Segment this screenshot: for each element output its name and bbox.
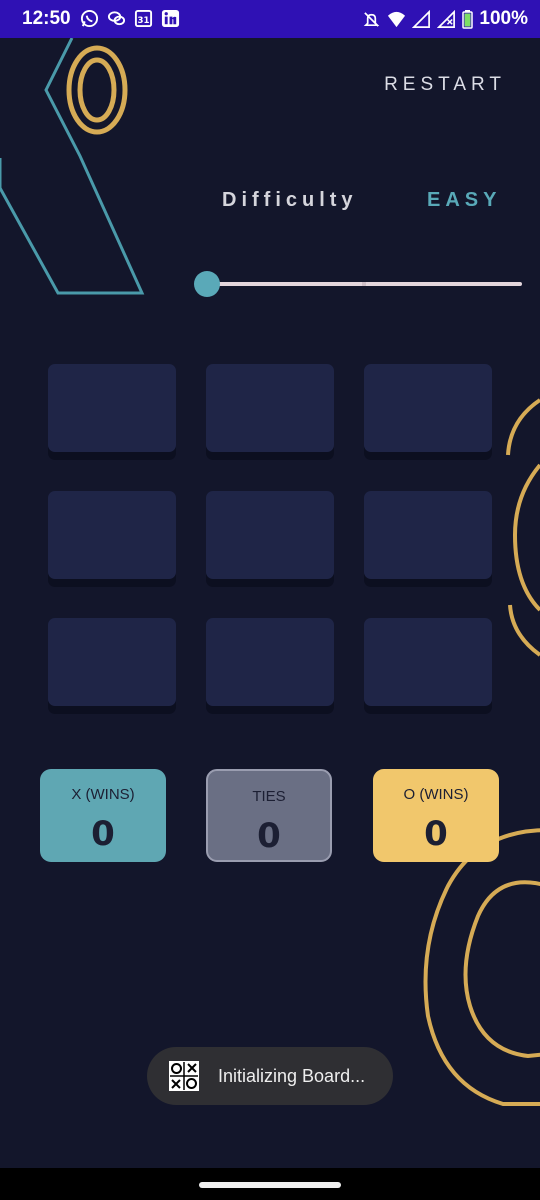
score-card-o: O (WINS) 0 — [373, 769, 499, 862]
toast-text: Initializing Board... — [218, 1066, 366, 1086]
board-cell[interactable] — [206, 491, 334, 579]
board-cell[interactable] — [364, 491, 492, 579]
decor-o-small-icon — [66, 45, 128, 135]
chat-icon — [107, 11, 126, 26]
score-ties-label: TIES — [252, 788, 286, 805]
score-card-ties: TIES 0 — [206, 769, 332, 862]
score-card-x: X (WINS) 0 — [40, 769, 166, 862]
board-cell[interactable] — [48, 618, 176, 706]
board-cell[interactable] — [48, 491, 176, 579]
board-cell[interactable] — [48, 364, 176, 452]
game-board — [48, 364, 492, 714]
slider-thumb[interactable] — [194, 271, 220, 297]
slider-tick — [362, 282, 366, 286]
status-bar: 12:50 31 100% — [0, 0, 540, 38]
navigation-bar — [0, 1168, 540, 1200]
signal-icon — [437, 9, 456, 28]
board-cell[interactable] — [364, 364, 492, 452]
difficulty-value: EASY — [427, 189, 502, 211]
svg-text:31: 31 — [138, 16, 150, 26]
difficulty-slider[interactable] — [194, 270, 524, 298]
score-x-value: 0 — [91, 814, 115, 854]
toast: Initializing Board... — [147, 1047, 393, 1105]
score-ties-value: 0 — [257, 816, 281, 856]
whatsapp-icon — [80, 9, 99, 28]
board-cell[interactable] — [364, 618, 492, 706]
calendar-icon: 31 — [134, 9, 153, 28]
home-gesture-bar[interactable] — [199, 1182, 341, 1188]
battery-icon — [462, 9, 474, 29]
linkedin-icon — [161, 9, 180, 28]
signal-icon — [412, 9, 431, 28]
tic-tac-toe-icon — [169, 1061, 199, 1091]
score-o-value: 0 — [424, 814, 448, 854]
decor-x-shape-icon — [0, 38, 145, 295]
mute-icon — [364, 11, 380, 27]
wifi-icon — [388, 11, 406, 27]
board-cell[interactable] — [206, 618, 334, 706]
board-cell[interactable] — [206, 364, 334, 452]
restart-button[interactable]: RESTART — [384, 74, 506, 96]
battery-percent: 100% — [479, 8, 528, 29]
score-x-label: X (WINS) — [71, 786, 135, 803]
decor-o-large-icon — [423, 828, 540, 1106]
difficulty-label: Difficulty — [222, 189, 358, 211]
status-time: 12:50 — [22, 8, 71, 29]
score-o-label: O (WINS) — [403, 786, 469, 803]
decor-o-right-icon — [506, 398, 540, 657]
